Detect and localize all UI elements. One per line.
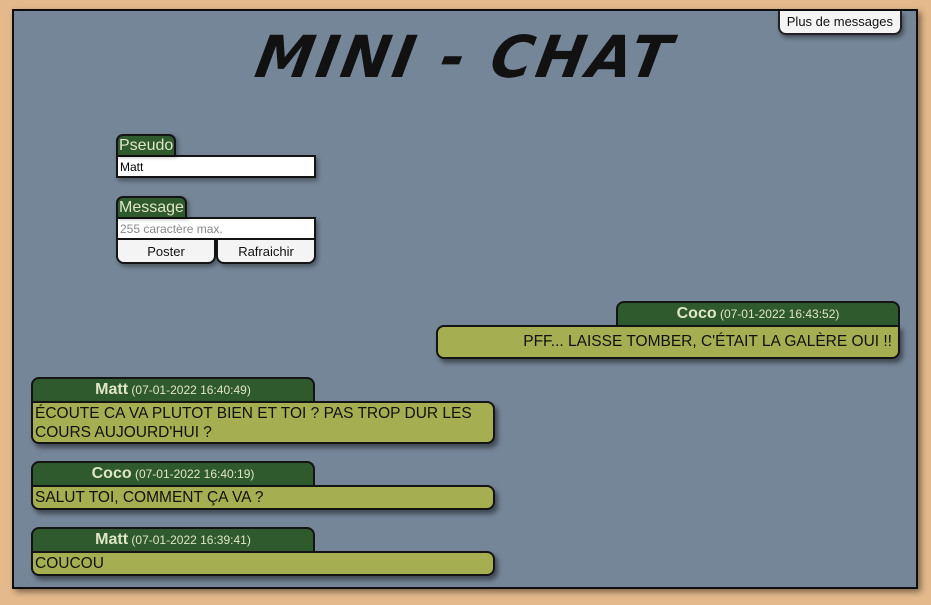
message-timestamp: (07-01-2022 16:40:19) bbox=[134, 467, 255, 481]
message-text: ÉCOUTE CA VA PLUTOT BIEN ET TOI ? PAS TR… bbox=[31, 401, 495, 444]
pseudo-input[interactable] bbox=[116, 155, 316, 178]
message-label: Message bbox=[116, 196, 187, 217]
post-button[interactable]: Poster bbox=[116, 240, 216, 264]
message-text: SALUT TOI, COMMENT ÇA VA ? bbox=[31, 485, 495, 510]
message-header: Matt (07-01-2022 16:39:41) bbox=[31, 527, 315, 551]
message-timestamp: (07-01-2022 16:39:41) bbox=[131, 533, 251, 547]
pseudo-label: Pseudo bbox=[116, 134, 177, 155]
refresh-button[interactable]: Rafraichir bbox=[216, 240, 316, 264]
message-timestamp: (07-01-2022 16:43:52) bbox=[719, 307, 840, 321]
message-author: Matt bbox=[95, 381, 129, 398]
message-text: COUCOU bbox=[31, 551, 495, 576]
message-text: PFF... LAISSE TOMBER, C'ÉTAIT LA GALÈRE … bbox=[436, 325, 900, 359]
message-group: Message Poster Rafraichir bbox=[116, 196, 316, 264]
message-form: Pseudo Message Poster Rafraichir bbox=[116, 134, 316, 264]
page-title: MINI - CHAT bbox=[250, 23, 680, 91]
message-author: Matt bbox=[95, 531, 129, 548]
message-header: Matt (07-01-2022 16:40:49) bbox=[31, 377, 315, 401]
message-header: Coco (07-01-2022 16:40:19) bbox=[31, 461, 315, 485]
message-header: Coco (07-01-2022 16:43:52) bbox=[616, 301, 900, 325]
form-buttons: Poster Rafraichir bbox=[116, 240, 316, 264]
message-author: Coco bbox=[676, 305, 717, 322]
message-timestamp: (07-01-2022 16:40:49) bbox=[131, 383, 251, 397]
message-author: Coco bbox=[91, 465, 132, 482]
message-input[interactable] bbox=[116, 217, 316, 240]
chat-frame: Plus de messages MINI - CHAT Pseudo Mess… bbox=[12, 9, 918, 589]
